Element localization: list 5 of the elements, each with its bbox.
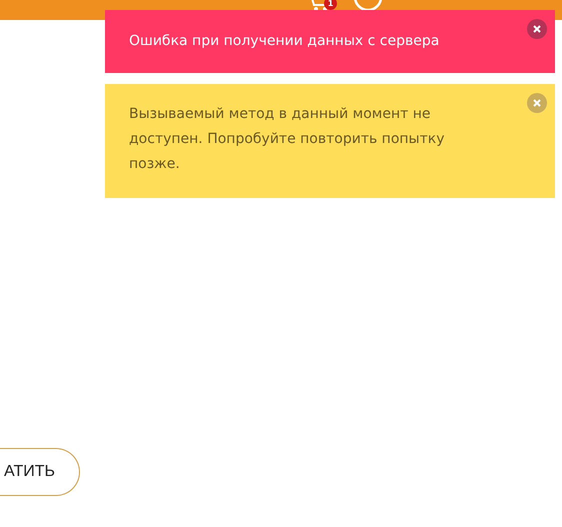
- toast-message: Вызываемый метод в данный момент не доступен. Попробуйте повторить попытку позже.: [129, 106, 444, 172]
- toast-message: Ошибка при получении данных с сервера: [129, 33, 440, 49]
- cart-badge: 1: [324, 0, 337, 10]
- pay-button[interactable]: АТИТЬ: [0, 448, 80, 496]
- close-icon[interactable]: [527, 19, 547, 39]
